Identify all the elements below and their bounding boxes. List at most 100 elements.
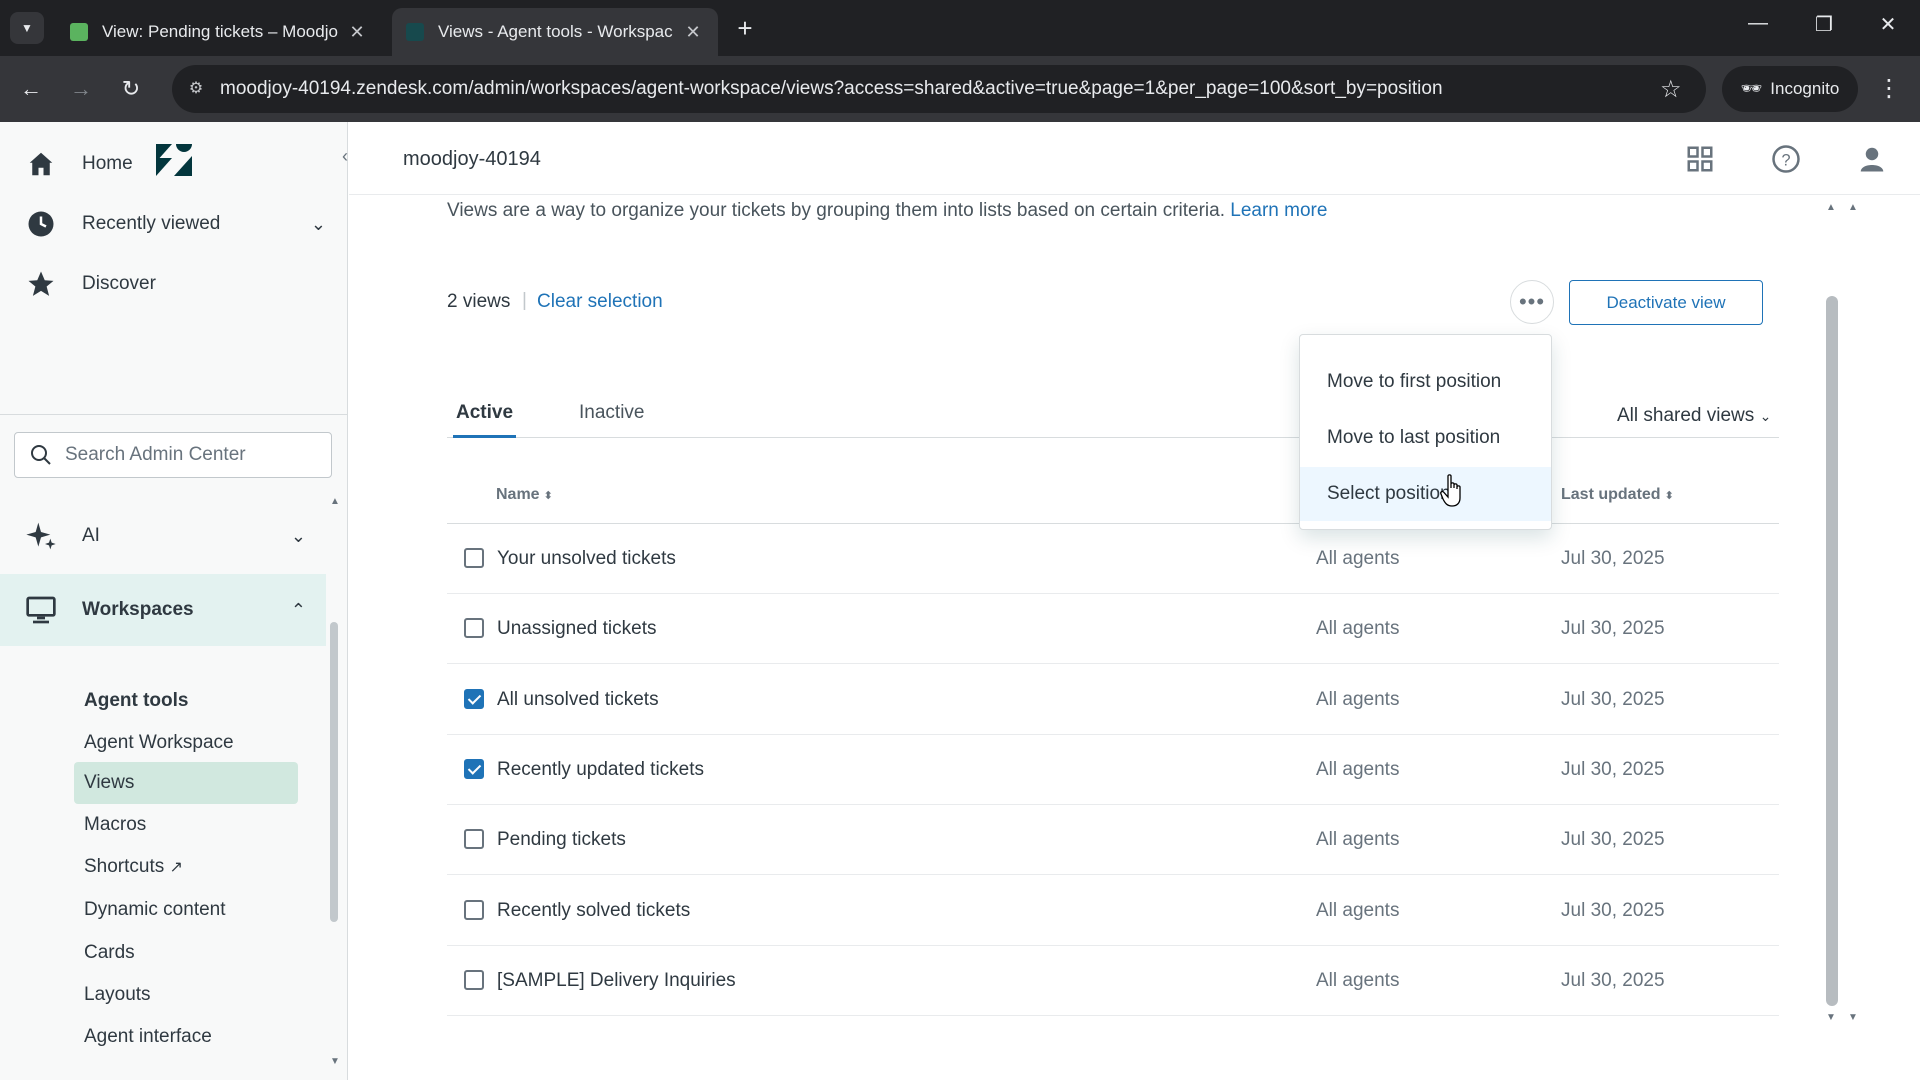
external-link-icon: ↗ (169, 859, 183, 876)
site-settings-icon[interactable]: ⚙ (184, 77, 208, 101)
scroll-down-arrow-icon[interactable]: ▼ (330, 1056, 340, 1067)
menu-item-move-first[interactable]: Move to first position (1300, 355, 1551, 409)
menu-item-select-position[interactable]: Select position (1300, 467, 1551, 521)
table-row[interactable]: Your unsolved tickets All agents Jul 30, 2… (447, 524, 1779, 594)
browser-tab-pending-tickets[interactable]: View: Pending tickets – Moodjo ✕ (56, 8, 382, 56)
browser-menu-icon[interactable]: ⋮ (1874, 74, 1904, 103)
admin-sidebar: ‹ Home Recently viewed ⌄ Discover Search… (0, 122, 348, 1080)
scroll-down-arrow-icon[interactable]: ▼ (1848, 1012, 1858, 1023)
view-name[interactable]: Recently updated tickets (497, 759, 704, 781)
sidebar-item-discover[interactable]: Discover (0, 254, 348, 314)
main-scrollbar[interactable] (1826, 296, 1838, 1006)
scroll-up-arrow-icon[interactable]: ▲ (1826, 202, 1836, 213)
sidebar-section-agent-tools: Agent tools (84, 690, 189, 711)
table-row[interactable]: All unsolved tickets All agents Jul 30, 20… (447, 665, 1779, 735)
selection-count: 2 views (447, 291, 511, 312)
view-name[interactable]: Pending tickets (497, 829, 626, 851)
sidebar-sub-views[interactable]: Views (84, 772, 134, 794)
sidebar-item-ai[interactable]: AI ⌄ (0, 506, 348, 566)
browser-tab-bar: ▼ View: Pending tickets – Moodjo ✕ Views… (0, 0, 1920, 56)
sidebar-item-label: AI (82, 525, 100, 546)
clock-icon (24, 207, 58, 241)
search-admin-input[interactable]: Search Admin Center (14, 432, 332, 478)
description-text: Views are a way to organize your tickets… (447, 200, 1225, 221)
close-tab-icon[interactable]: ✕ (682, 22, 704, 43)
menu-item-move-last[interactable]: Move to last position (1300, 411, 1551, 465)
tab-list-chevron-icon[interactable]: ▼ (10, 12, 44, 44)
table-row[interactable]: Recently updated tickets All agents Jul 30… (447, 735, 1779, 805)
shared-views-filter[interactable]: All shared views ⌄ (1617, 405, 1771, 427)
close-tab-icon[interactable]: ✕ (346, 22, 368, 43)
forward-icon[interactable]: → (66, 74, 96, 104)
sidebar-item-label: Home (82, 153, 133, 174)
sidebar-item-label: Workspaces (82, 599, 194, 620)
row-checkbox[interactable] (464, 829, 484, 850)
help-icon[interactable]: ? (1771, 144, 1801, 174)
sidebar-sub-dynamic-content[interactable]: Dynamic content (84, 899, 226, 921)
sidebar-scrollbar[interactable] (330, 622, 338, 922)
row-checkbox[interactable] (464, 899, 484, 920)
url-bar[interactable]: ⚙ moodjoy-40194.zendesk.com/admin/worksp… (172, 65, 1706, 113)
sidebar-item-workspaces[interactable]: Workspaces ⌃ (0, 580, 348, 640)
browser-tab-views[interactable]: Views - Agent tools - Workspac ✕ (392, 8, 718, 56)
url-text[interactable]: moodjoy-40194.zendesk.com/admin/workspac… (220, 78, 1443, 100)
close-window-icon[interactable]: ✕ (1868, 12, 1908, 37)
row-checkbox[interactable] (464, 618, 484, 639)
bookmark-star-icon[interactable]: ☆ (1660, 75, 1682, 104)
clear-selection-link[interactable]: Clear selection (537, 291, 663, 313)
view-name[interactable]: All unsolved tickets (497, 689, 659, 711)
sidebar-sub-label: Shortcuts (84, 856, 165, 877)
view-last-updated: Jul 30, 2025 (1561, 548, 1665, 569)
view-name[interactable]: Recently solved tickets (497, 900, 690, 922)
table-row[interactable]: [SAMPLE] Delivery Inquiries All agents Jul… (447, 946, 1779, 1016)
sidebar-sub-cards[interactable]: Cards (84, 942, 135, 964)
incognito-label: Incognito (1770, 79, 1840, 98)
minimize-icon[interactable]: — (1738, 12, 1778, 35)
view-name[interactable]: [SAMPLE] Delivery Inquiries (497, 970, 736, 992)
sort-icon: ⬍ (543, 490, 553, 502)
sidebar-sub-shortcuts[interactable]: Shortcuts ↗ (84, 856, 183, 878)
view-access: All agents (1316, 969, 1400, 991)
reload-icon[interactable]: ↻ (116, 74, 146, 104)
table-row[interactable]: Recently solved tickets All agents Jul 30,… (447, 876, 1779, 946)
sidebar-sub-agent-interface[interactable]: Agent interface (84, 1026, 212, 1048)
scroll-down-arrow-icon[interactable]: ▼ (1826, 1012, 1836, 1023)
more-options-menu: Move to first position Move to last posi… (1299, 334, 1552, 530)
more-options-button[interactable]: ••• (1510, 280, 1554, 324)
column-header-last-updated[interactable]: Last updated ⬍ (1561, 486, 1674, 504)
row-checkbox[interactable] (464, 969, 484, 990)
table-row[interactable]: Pending tickets All agents Jul 30, 2025 (447, 805, 1779, 876)
learn-more-link[interactable]: Learn more (1230, 200, 1327, 221)
sidebar-sub-agent-workspace[interactable]: Agent Workspace (84, 732, 234, 754)
selection-separator: | (522, 290, 527, 311)
sidebar-sub-layouts[interactable]: Layouts (84, 984, 151, 1006)
tab-inactive[interactable]: Inactive (579, 402, 644, 438)
restore-icon[interactable]: ❐ (1804, 12, 1844, 37)
view-last-updated: Jul 30, 2025 (1561, 829, 1665, 851)
deactivate-view-button[interactable]: Deactivate view (1569, 280, 1763, 325)
tab-title: View: Pending tickets – Moodjo (102, 22, 338, 41)
sidebar-divider (0, 414, 348, 415)
user-avatar-icon[interactable] (1857, 144, 1887, 174)
sidebar-item-recently-viewed[interactable]: Recently viewed ⌄ (0, 194, 348, 254)
product-tray-icon[interactable] (1685, 144, 1715, 174)
sidebar-item-home[interactable]: Home (0, 134, 348, 194)
sidebar-sub-macros[interactable]: Macros (84, 814, 146, 836)
home-icon (24, 147, 58, 181)
back-icon[interactable]: ← (16, 74, 46, 104)
view-access: All agents (1316, 688, 1400, 710)
incognito-icon: 🕶 (1740, 79, 1763, 98)
views-description: Views are a way to organize your tickets… (447, 200, 1327, 222)
view-name[interactable]: Unassigned tickets (497, 618, 656, 640)
scroll-up-arrow-icon[interactable]: ▲ (1848, 202, 1858, 213)
new-tab-icon[interactable]: + (730, 14, 760, 42)
row-checkbox[interactable] (464, 688, 484, 709)
column-header-name[interactable]: Name ⬍ (496, 486, 553, 504)
tab-active[interactable]: Active (453, 402, 517, 438)
view-name[interactable]: Your unsolved tickets (497, 548, 676, 570)
row-checkbox[interactable] (464, 548, 484, 568)
row-checkbox[interactable] (464, 758, 484, 779)
filter-label: All shared views (1617, 405, 1755, 426)
table-row[interactable]: Unassigned tickets All agents Jul 30, 2025 (447, 594, 1779, 665)
incognito-indicator[interactable]: 🕶 Incognito (1722, 66, 1858, 112)
